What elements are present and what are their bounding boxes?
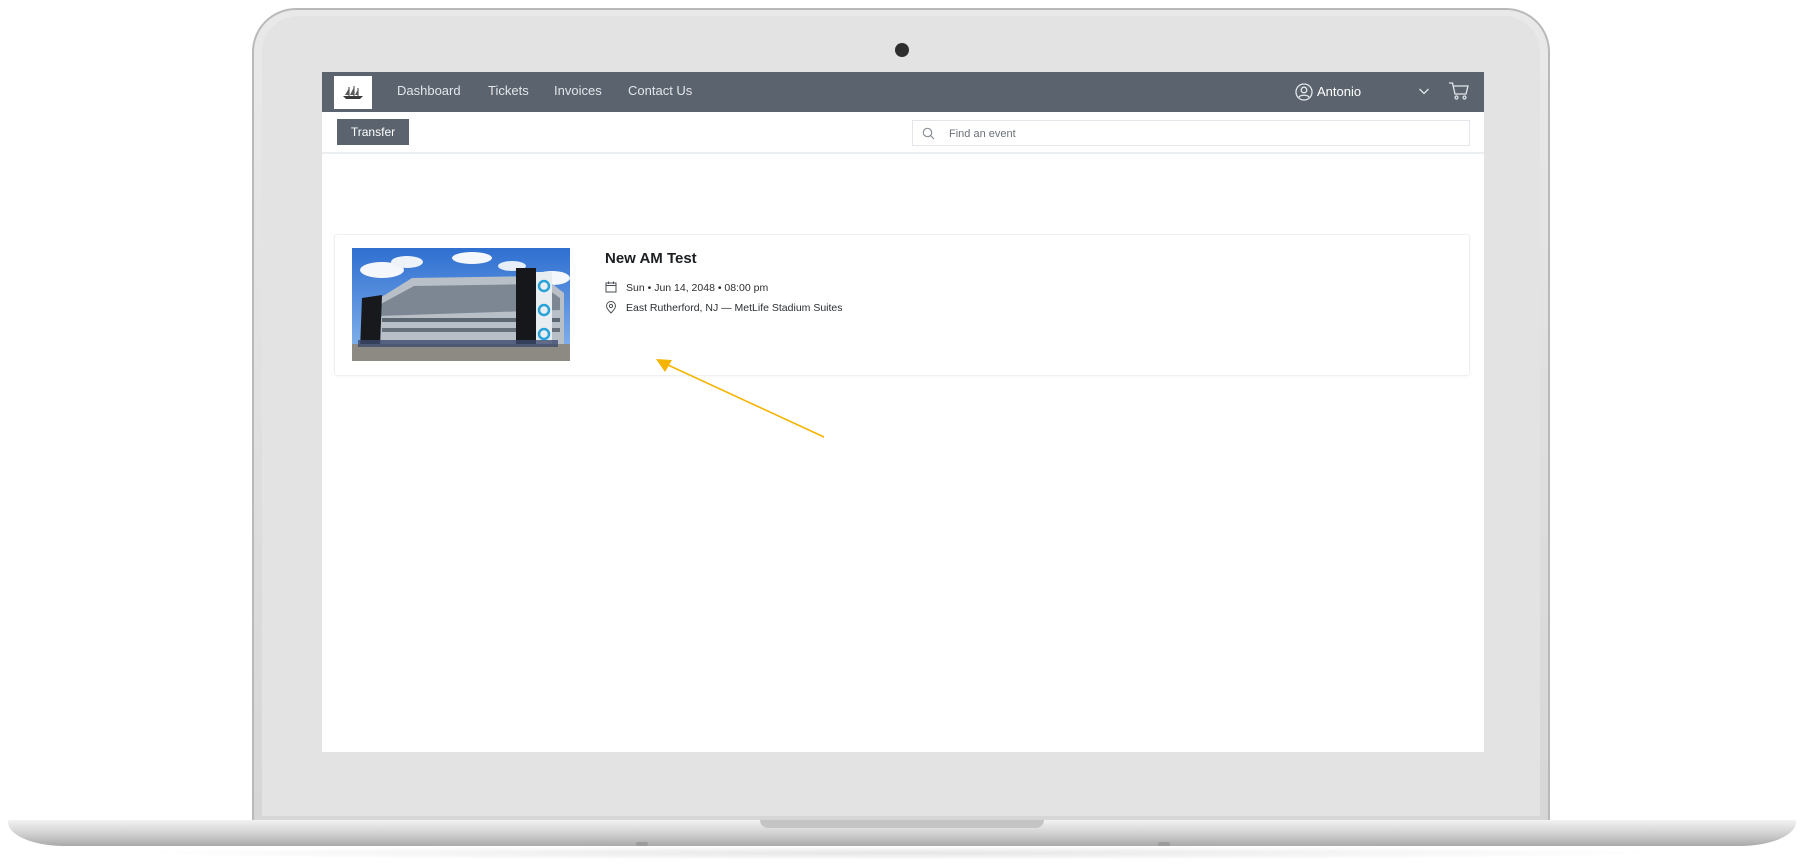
search-icon <box>922 127 935 140</box>
event-title[interactable]: New AM Test <box>605 250 697 267</box>
action-toolbar: Transfer <box>322 112 1484 154</box>
app-screen: Dashboard Tickets Invoices Contact Us An… <box>322 72 1484 752</box>
event-datetime: Sun • Jun 14, 2048 • 08:00 pm <box>626 282 769 294</box>
calendar-icon <box>605 281 617 293</box>
event-search[interactable] <box>912 120 1470 146</box>
ship-logo-icon <box>343 85 363 99</box>
search-input[interactable] <box>947 124 1451 144</box>
top-navbar: Dashboard Tickets Invoices Contact Us An… <box>322 72 1484 112</box>
laptop-base-notch <box>760 820 1044 828</box>
transfer-button[interactable]: Transfer <box>337 119 409 145</box>
event-location: East Rutherford, NJ — MetLife Stadium Su… <box>626 302 843 314</box>
nav-contact-us[interactable]: Contact Us <box>628 83 692 98</box>
event-card[interactable]: New AM Test Sun • Jun 14, 2048 • 08:00 p… <box>334 234 1470 376</box>
laptop-foot-right <box>1158 842 1170 846</box>
nav-tickets[interactable]: Tickets <box>488 83 529 98</box>
user-name[interactable]: Antonio <box>1317 84 1361 99</box>
nav-dashboard[interactable]: Dashboard <box>397 83 461 98</box>
brand-logo[interactable] <box>334 76 372 109</box>
chevron-down-icon[interactable] <box>1418 86 1430 96</box>
nav-invoices[interactable]: Invoices <box>554 83 602 98</box>
cart-icon[interactable] <box>1448 81 1470 101</box>
camera-icon <box>895 43 909 57</box>
laptop-foot-left <box>636 842 648 846</box>
location-pin-icon <box>605 301 617 314</box>
annotation-arrow-icon <box>656 359 825 438</box>
stadium-image <box>352 248 570 361</box>
laptop-shadow <box>120 846 1680 860</box>
user-account-icon[interactable] <box>1295 83 1313 101</box>
